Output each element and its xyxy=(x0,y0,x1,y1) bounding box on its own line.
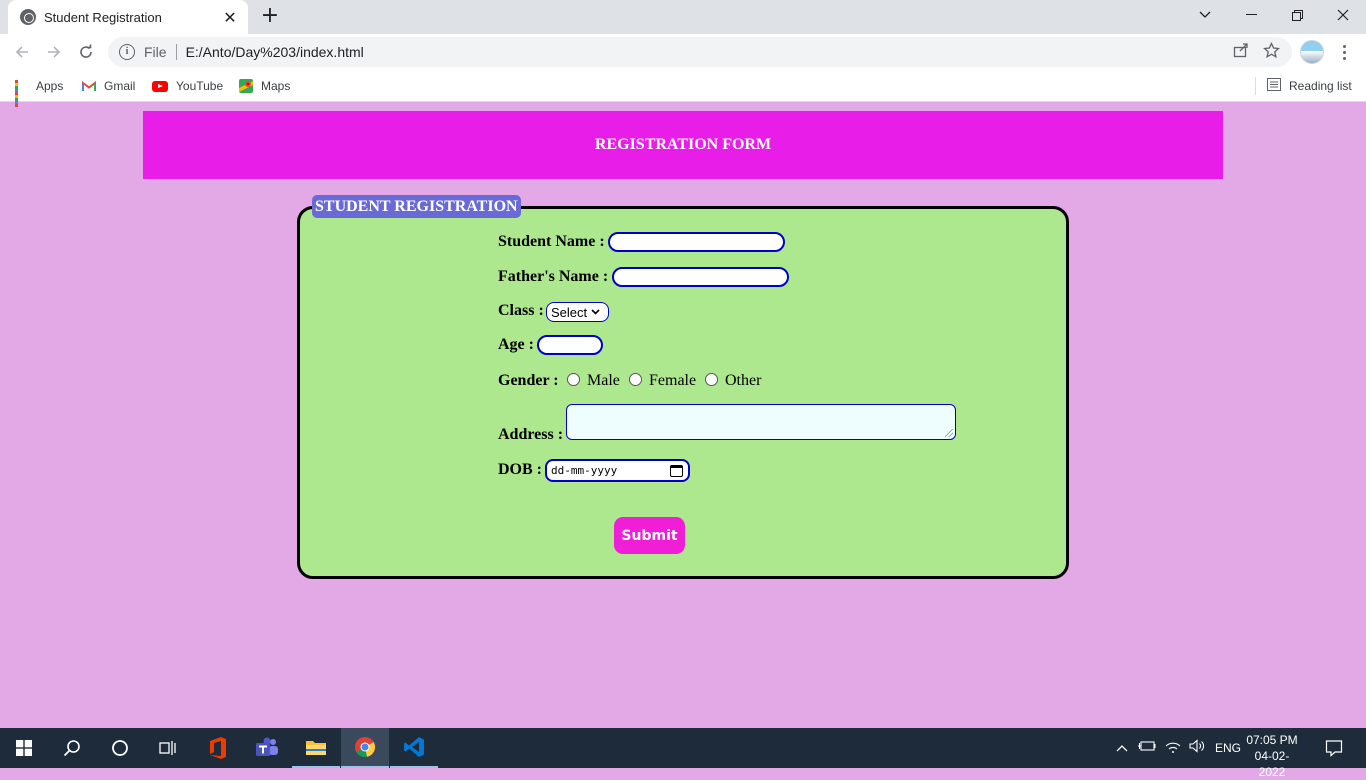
address-label: Address : xyxy=(498,426,564,443)
resize-handle-icon[interactable] xyxy=(945,429,953,437)
legend-text: STUDENT REGISTRATION xyxy=(315,197,518,215)
clock-time: 07:05 PM xyxy=(1246,733,1298,747)
back-button[interactable] xyxy=(10,40,34,64)
wifi-icon[interactable] xyxy=(1165,739,1181,758)
bookmarks-divider xyxy=(1255,77,1256,95)
bookmark-maps[interactable]: Maps xyxy=(239,76,290,96)
dob-placeholder: dd-mm-yyyy xyxy=(551,464,618,477)
chevron-down-icon xyxy=(591,307,600,317)
age-label: Age : xyxy=(498,336,534,353)
gender-female-radio[interactable] xyxy=(629,373,642,386)
class-select[interactable]: Select xyxy=(546,302,609,322)
bookmark-youtube[interactable]: YouTube xyxy=(152,76,223,96)
age-input[interactable] xyxy=(537,335,603,355)
browser-menu-icon[interactable] xyxy=(1334,40,1354,64)
dob-label: DOB : xyxy=(498,461,542,478)
system-tray: ENG xyxy=(1114,728,1241,768)
bookmarks-bar: Apps Gmail YouTube Maps Reading list xyxy=(0,70,1366,107)
reading-list-icon xyxy=(1267,78,1281,94)
omnibox-divider xyxy=(175,44,177,60)
file-explorer-icon[interactable] xyxy=(292,728,340,768)
chrome-icon[interactable] xyxy=(341,728,389,768)
volume-icon[interactable] xyxy=(1189,738,1205,758)
cortana-icon[interactable] xyxy=(96,728,144,768)
profile-avatar[interactable] xyxy=(1300,40,1324,64)
youtube-icon xyxy=(152,80,168,92)
clock-date: 04-02-2022 xyxy=(1254,749,1290,779)
minimize-button[interactable] xyxy=(1228,0,1274,30)
teams-icon[interactable] xyxy=(243,728,291,768)
father-name-input[interactable] xyxy=(612,267,789,287)
window-controls xyxy=(1182,0,1366,30)
bookmark-label: Apps xyxy=(36,79,64,93)
task-view-icon[interactable] xyxy=(144,728,192,768)
new-tab-button[interactable]: + xyxy=(258,4,282,28)
restore-button[interactable] xyxy=(1274,0,1320,30)
language-indicator[interactable]: ENG xyxy=(1215,741,1241,755)
fieldset-legend: STUDENT REGISTRATION xyxy=(312,195,521,218)
office-icon[interactable] xyxy=(194,728,242,768)
tab-search-icon[interactable] xyxy=(1182,0,1228,30)
gender-other-radio[interactable] xyxy=(705,373,718,386)
gender-male-radio[interactable] xyxy=(567,373,580,386)
submit-button[interactable]: Submit xyxy=(614,517,685,554)
reading-list-label: Reading list xyxy=(1289,79,1352,93)
student-name-label: Student Name : xyxy=(498,233,605,250)
search-icon[interactable] xyxy=(48,728,96,768)
address-bar[interactable]: i File E:/Anto/Day%203/index.html xyxy=(108,37,1292,67)
taskbar-clock[interactable]: 07:05 PM 04-02-2022 xyxy=(1244,732,1300,780)
page-header-banner: REGISTRATION FORM xyxy=(143,111,1223,179)
gender-female-label: Female xyxy=(649,372,697,389)
windows-start-icon[interactable] xyxy=(0,728,48,768)
father-name-label: Father's Name : xyxy=(498,268,609,285)
class-label: Class : xyxy=(498,302,544,319)
reading-list-button[interactable]: Reading list xyxy=(1267,76,1352,96)
tab-student-registration[interactable]: Student Registration ✕ xyxy=(8,0,248,34)
student-name-input[interactable] xyxy=(608,232,785,252)
vscode-icon[interactable] xyxy=(390,728,438,768)
page-title: REGISTRATION FORM xyxy=(594,136,772,153)
gender-male-label: Male xyxy=(587,372,620,389)
chevron-up-icon[interactable] xyxy=(1114,739,1130,757)
bookmark-star-icon[interactable] xyxy=(1262,41,1281,63)
notifications-icon[interactable] xyxy=(1310,728,1358,768)
close-window-button[interactable] xyxy=(1320,0,1366,30)
bookmark-apps[interactable]: Apps xyxy=(15,76,64,107)
bookmark-label: Gmail xyxy=(104,79,136,93)
gmail-icon xyxy=(82,80,96,92)
close-tab-icon[interactable]: ✕ xyxy=(222,8,238,27)
reload-button[interactable] xyxy=(74,40,98,64)
apps-grid-icon xyxy=(15,79,28,107)
calendar-icon[interactable] xyxy=(670,464,683,477)
site-info-icon[interactable]: i xyxy=(119,44,135,60)
bookmark-label: YouTube xyxy=(176,79,224,93)
class-select-value: Select xyxy=(551,304,588,320)
bookmark-gmail[interactable]: Gmail xyxy=(82,76,135,96)
forward-button[interactable] xyxy=(42,40,66,64)
tab-title: Student Registration xyxy=(44,9,162,25)
tab-strip: Student Registration ✕ + xyxy=(0,0,1366,34)
battery-icon[interactable] xyxy=(1138,739,1156,757)
globe-icon xyxy=(20,9,36,25)
scheme-label: File xyxy=(144,44,167,60)
address-textarea[interactable] xyxy=(566,404,956,440)
browser-toolbar: i File E:/Anto/Day%203/index.html xyxy=(0,34,1366,70)
gender-label: Gender : xyxy=(498,372,559,389)
windows-taskbar: ENG 07:05 PM 04-02-2022 xyxy=(0,728,1366,779)
dob-date-input[interactable]: dd-mm-yyyy xyxy=(545,459,690,482)
share-icon[interactable] xyxy=(1233,42,1249,62)
gender-other-label: Other xyxy=(725,372,762,389)
maps-icon xyxy=(239,79,253,93)
bookmark-label: Maps xyxy=(261,79,291,93)
url-text[interactable]: E:/Anto/Day%203/index.html xyxy=(186,44,1233,60)
